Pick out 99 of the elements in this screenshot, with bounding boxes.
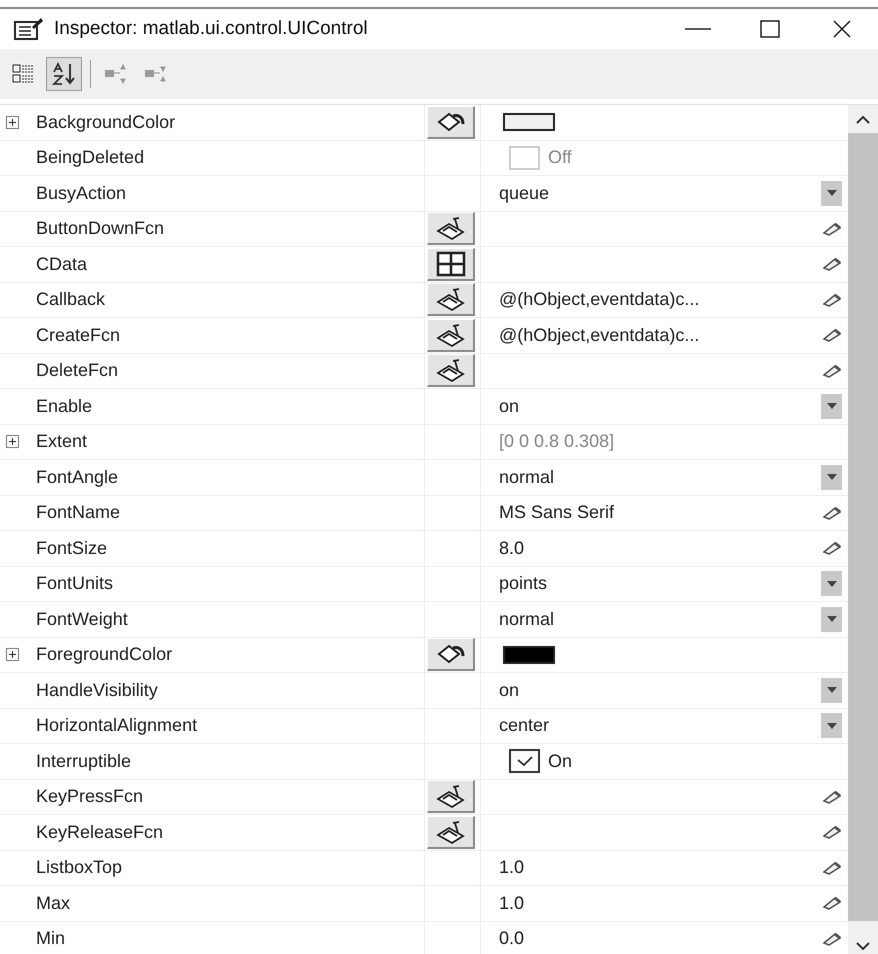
caret-icon <box>826 474 836 480</box>
editor-button[interactable] <box>427 638 475 672</box>
grid-icon <box>436 250 466 277</box>
value-text: @(hObject,eventdata)c... <box>499 324 700 346</box>
property-name: FontSize <box>35 538 108 559</box>
property-name: Max <box>35 892 70 914</box>
pencil-icon[interactable] <box>822 790 842 804</box>
property-name: FontName <box>35 502 120 524</box>
property-name: CData <box>35 254 88 275</box>
value-text: on <box>499 680 520 701</box>
property-name: ForegroundColor <box>35 644 172 666</box>
scrollbar[interactable] <box>848 105 878 954</box>
minimize-icon[interactable] <box>685 27 711 31</box>
hand-drawing-icon <box>434 783 466 810</box>
check-icon <box>516 755 534 768</box>
caret-icon <box>826 580 836 587</box>
pencil-icon[interactable] <box>822 257 842 272</box>
property-name: Min <box>35 928 66 950</box>
property-name: KeyPressFcn <box>35 786 144 808</box>
property-name: BeingDeleted <box>35 147 144 168</box>
caret-icon <box>826 190 836 196</box>
scroll-up-icon[interactable] <box>855 115 871 125</box>
editor-button[interactable] <box>427 283 475 316</box>
value-text: [0 0 0.8 0.308] <box>499 431 616 452</box>
value-text: @(hObject,eventdata)c... <box>499 289 700 310</box>
property-name: HorizontalAlignment <box>35 715 198 736</box>
hand-drawing-icon <box>434 215 466 242</box>
value-text: queue <box>499 182 550 204</box>
value-text: 1.0 <box>499 892 526 914</box>
hand-drawing-icon <box>434 286 466 312</box>
value-text: 1.0 <box>499 857 526 878</box>
editor-button[interactable] <box>427 212 475 246</box>
property-name: BackgroundColor <box>35 112 176 133</box>
value-text: 0.0 <box>499 928 526 950</box>
value-text: 8.0 <box>499 538 526 559</box>
dropdown-button[interactable] <box>821 464 842 490</box>
pencil-icon[interactable] <box>822 506 842 520</box>
property-name: HandleVisibility <box>35 680 158 701</box>
value-text: normal <box>499 608 556 630</box>
hand-drawing-icon <box>434 357 466 384</box>
pencil-icon[interactable] <box>822 541 842 556</box>
expand-icon[interactable] <box>6 116 18 129</box>
property-name: FontUnits <box>35 573 114 594</box>
close-icon[interactable] <box>832 19 852 39</box>
expand-icon[interactable] <box>6 648 18 662</box>
editor-button[interactable] <box>427 318 475 352</box>
checkbox[interactable] <box>509 749 540 774</box>
editor-button[interactable] <box>427 354 475 388</box>
dropdown-button[interactable] <box>821 394 842 419</box>
sort-alphabetical-icon <box>51 62 77 86</box>
caret-icon <box>826 722 836 729</box>
value-text: center <box>499 715 550 736</box>
inspector-icon <box>14 17 44 41</box>
pencil-icon[interactable] <box>822 825 842 840</box>
value-text: MS Sans Serif <box>499 502 616 524</box>
scroll-down-icon[interactable] <box>855 941 871 951</box>
hand-drawing-icon <box>434 818 466 845</box>
dropdown-button[interactable] <box>821 571 842 596</box>
property-name: Enable <box>35 396 92 417</box>
property-name: ButtonDownFcn <box>35 218 164 240</box>
editor-button[interactable] <box>427 248 475 281</box>
window-title: Inspector: matlab.ui.control.UIControl <box>54 18 369 40</box>
dropdown-button[interactable] <box>821 606 842 632</box>
value-text: on <box>499 396 520 417</box>
property-name: Interruptible <box>35 750 132 772</box>
dropdown-button[interactable] <box>821 713 842 738</box>
property-name: Callback <box>35 289 106 310</box>
toolbar-button[interactable] <box>46 57 82 91</box>
pencil-icon[interactable] <box>822 860 842 875</box>
checkbox-label: On <box>548 750 574 772</box>
expand-icon[interactable] <box>6 435 18 448</box>
property-name: Extent <box>35 431 88 452</box>
caret-icon <box>826 687 836 694</box>
editor-button[interactable] <box>427 816 475 849</box>
property-name: CreateFcn <box>35 324 120 346</box>
dropdown-button[interactable] <box>821 678 842 703</box>
property-name: FontAngle <box>35 466 118 488</box>
dropdown-button[interactable] <box>821 180 842 206</box>
caret-icon <box>826 403 836 410</box>
property-name: KeyReleaseFcn <box>35 822 164 843</box>
pencil-icon[interactable] <box>822 932 842 946</box>
property-name: DeleteFcn <box>35 360 118 382</box>
property-name: BusyAction <box>35 182 126 204</box>
value-text: normal <box>499 466 556 488</box>
pencil-icon[interactable] <box>822 328 842 342</box>
editor-button[interactable] <box>427 780 475 814</box>
pencil-icon[interactable] <box>822 896 842 910</box>
value-text: points <box>499 573 548 594</box>
editor-button[interactable] <box>427 106 475 139</box>
hand-drawing-icon <box>434 322 466 348</box>
pencil-icon[interactable] <box>822 364 842 378</box>
maximize-icon[interactable] <box>760 20 780 38</box>
caret-icon <box>826 616 836 622</box>
checkbox-label: Off <box>548 147 573 168</box>
property-name: FontWeight <box>35 608 128 630</box>
pencil-icon[interactable] <box>822 222 842 236</box>
property-name: ListboxTop <box>35 857 122 878</box>
categorized-view-icon <box>12 63 36 85</box>
pencil-icon[interactable] <box>822 292 842 307</box>
